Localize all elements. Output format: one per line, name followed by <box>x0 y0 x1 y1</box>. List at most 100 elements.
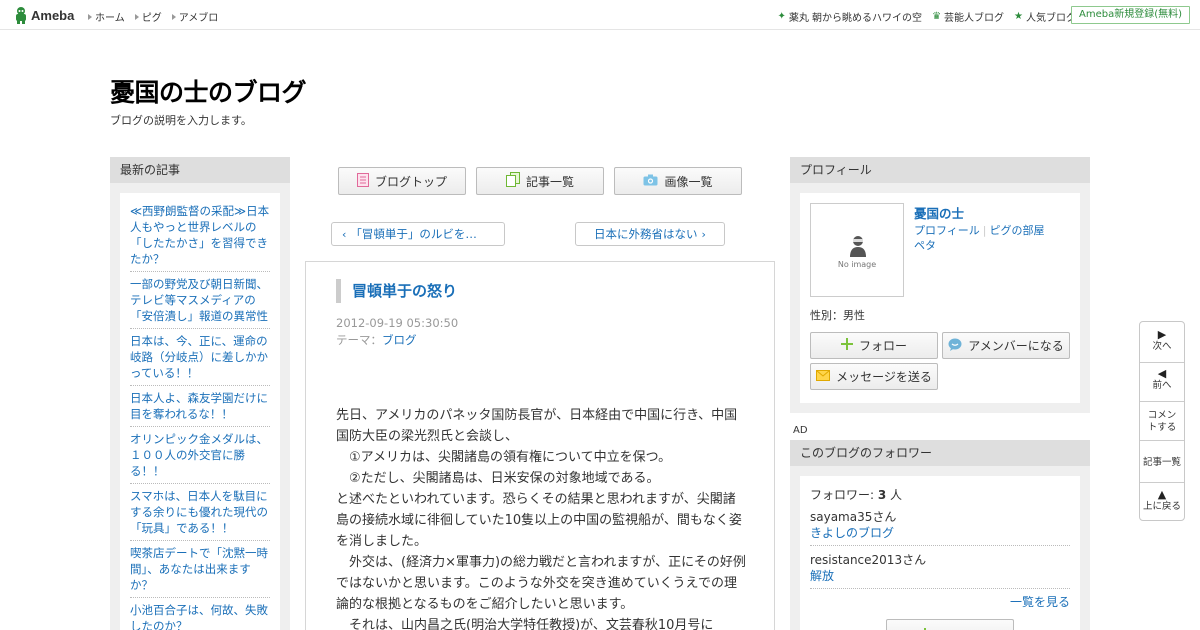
nav-ameblo-link[interactable]: アメブロ <box>171 9 219 24</box>
recent-article-link[interactable]: 喫茶店デートで「沈黙一時間」、あなたは出来ますか？ <box>130 545 270 598</box>
follow-button-bottom[interactable] <box>886 619 1014 630</box>
recent-article-link[interactable]: スマホは、日本人を駄目にする余りにも優れた現代の「玩具」である！！ <box>130 488 270 541</box>
profile-link[interactable]: プロフィール <box>914 224 980 237</box>
follower-blog-link[interactable]: きよしのブログ <box>810 526 894 540</box>
follow-button[interactable]: フォロー <box>810 332 938 359</box>
camera-icon <box>643 174 658 189</box>
article-date: 2012-09-19 05:30:50 <box>336 316 459 330</box>
article-paragraph: ①アメリカは、尖閣諸島の領有権について中立を保つ。 <box>336 450 672 465</box>
link-separator: | <box>982 224 987 237</box>
article-title[interactable]: 冒頓単于の怒り <box>336 279 457 303</box>
see-all-followers-link[interactable]: 一覧を見る <box>1010 593 1070 610</box>
recent-article-link[interactable]: オリンピック金メダルは、１００人の外交官に勝る！！ <box>130 431 270 484</box>
follower-blog-link[interactable]: 解放 <box>810 569 834 583</box>
profile-gender: 性別：男性 <box>810 309 865 322</box>
person-icon <box>849 234 867 261</box>
nav-pig-link[interactable]: ピグ <box>134 9 162 24</box>
profile-name[interactable]: 憂国の士 <box>914 203 964 222</box>
profile-panel: プロフィール No image 憂国の士 プロフィール | ピグの部屋 ペタ 性別：… <box>790 157 1090 413</box>
register-button[interactable]: Ameba新規登録(無料) <box>1070 6 1190 24</box>
ameba-logo[interactable]: Ameba <box>14 6 74 24</box>
recent-article-link[interactable]: 一部の野党及び朝日新聞、テレビ等マスメディアの「安倍潰し」報道の異常性 <box>130 276 270 329</box>
float-next-button[interactable]: ▶ 次へ <box>1140 329 1184 353</box>
popular-blog-link[interactable]: ★ 人気ブログ <box>1014 9 1076 24</box>
article-paragraph: ②ただし、尖閣諸島は、日米安保の対象地域である。 <box>336 471 660 486</box>
play-left-icon: ◀ <box>1157 367 1167 380</box>
article-theme: テーマ：ブログ <box>336 332 417 348</box>
float-article-list-label: 記事一覧 <box>1142 457 1181 468</box>
avatar[interactable]: No image <box>810 203 904 297</box>
prev-article-button[interactable]: ‹ 「冒頓単于」のルビを… <box>331 222 505 246</box>
article-list-label: 記事一覧 <box>525 174 574 189</box>
article-paragraph: 先日、アメリカのパネッタ国防長官が、日本経由で中国に行き、中国国防大臣の梁光烈氏… <box>336 408 738 444</box>
star-icon: ★ <box>1014 10 1023 22</box>
crown-icon: ♛ <box>932 10 942 22</box>
float-divider <box>1140 482 1184 483</box>
ad-label: AD <box>793 425 808 436</box>
float-prev-label: 前へ <box>1152 380 1172 391</box>
blog-description: ブログの説明を入力します。 <box>110 114 252 127</box>
featured-blog-link[interactable]: ✦ 薬丸 朝から眺めるハワイの空 <box>777 9 922 24</box>
send-message-button[interactable]: メッセージを送る <box>810 363 938 390</box>
celebrity-blog-label: 芸能人ブログ <box>944 13 1005 24</box>
amember-button[interactable]: アメンバーになる <box>942 332 1070 359</box>
logo-text: Ameba <box>31 7 75 23</box>
float-divider <box>1140 401 1184 402</box>
follow-label: フォロー <box>858 339 907 353</box>
nav-home-link[interactable]: ホーム <box>88 9 125 24</box>
popular-blog-label: 人気ブログ <box>1026 13 1076 24</box>
theme-label: テーマ： <box>336 333 382 347</box>
triangle-right-icon <box>88 13 92 20</box>
celebrity-blog-link[interactable]: ♛ 芸能人ブログ <box>932 9 1004 24</box>
image-list-label: 画像一覧 <box>664 174 713 189</box>
theme-link[interactable]: ブログ <box>382 333 417 347</box>
chevron-right-icon: › <box>701 227 706 241</box>
follower-count-value: 3 <box>877 488 887 502</box>
article-paragraph: それは、山内昌之氏(明治大学特任教授)が、文芸春秋10月号に <box>336 618 714 630</box>
follower-item: resistance2013さん 解放 <box>810 552 1070 589</box>
next-article-label: 日本に外務省はない <box>594 227 698 241</box>
global-nav: ホーム ピグ アメブロ <box>88 9 218 24</box>
article-paragraph: と述べたといわれています。恐らくその結果と思われますが、尖閣諸島の接続水域に徘徊… <box>336 492 742 549</box>
article: 冒頓単于の怒り 2012-09-19 05:30:50 テーマ：ブログ 先日、ア… <box>305 261 775 630</box>
global-header: Ameba ホーム ピグ アメブロ ✦ 薬丸 朝から眺めるハワイの空 ♛ 芸能人ブロ… <box>0 0 1200 30</box>
float-prev-button[interactable]: ◀ 前へ <box>1140 368 1184 392</box>
recent-article-link[interactable]: 小池百合子は、何故、失敗したのか？ <box>130 602 270 630</box>
float-top-label: 上に戻る <box>1142 501 1181 512</box>
featured-blog-label: 薬丸 朝から眺めるハワイの空 <box>788 13 923 24</box>
play-right-icon: ▶ <box>1157 328 1167 341</box>
image-list-button[interactable]: 画像一覧 <box>614 167 742 195</box>
pig-room-link[interactable]: ピグの部屋 <box>990 224 1045 237</box>
article-paragraph: 外交は、(経済力×軍事力)の総力戦だと言われますが、正にその好例ではないかと思い… <box>336 555 746 612</box>
profile-links: プロフィール | ピグの部屋 ペタ <box>914 223 1074 253</box>
followers-heading: このブログのフォロワー <box>790 440 1090 466</box>
nav-ameblo-label: アメブロ <box>178 13 219 24</box>
blog-toolbar: ブログトップ 記事一覧 画像一覧 <box>338 167 742 195</box>
float-article-list-button[interactable]: 記事一覧 <box>1140 457 1184 469</box>
next-article-button[interactable]: 日本に外務省はない › <box>575 222 725 246</box>
profile-heading: プロフィール <box>790 157 1090 183</box>
recent-article-link[interactable]: ≪西野朗監督の采配≫日本人もやっと世界レベルの「したたかさ」を習得できたか？ <box>130 203 270 272</box>
profile-box: No image 憂国の士 プロフィール | ピグの部屋 ペタ 性別：男性 フォロー… <box>800 193 1080 403</box>
followers-box: フォロワー: 3 人 sayama35さん きよしのブログ resistance… <box>800 476 1080 630</box>
follower-count: フォロワー: 3 人 <box>810 486 1070 503</box>
follower-count-label: フォロワー: <box>810 488 878 502</box>
float-next-label: 次へ <box>1152 341 1172 352</box>
float-top-button[interactable]: ▲ 上に戻る <box>1140 489 1184 513</box>
float-comment-button[interactable]: コメントする <box>1140 410 1184 434</box>
blog-title[interactable]: 憂国の士のブログ <box>110 73 307 109</box>
sparkle-icon: ✦ <box>777 10 786 22</box>
recent-article-link[interactable]: 日本人よ、森友学園だけに目を奪われるな！！ <box>130 390 270 427</box>
follower-count-unit: 人 <box>886 488 903 502</box>
peta-link[interactable]: ペタ <box>914 239 936 252</box>
blog-top-button[interactable]: ブログトップ <box>338 167 466 195</box>
float-divider <box>1140 362 1184 363</box>
recent-article-link[interactable]: 日本は、今、正に、運命の岐路（分岐点）に差しかかっている！！ <box>130 333 270 386</box>
chevron-left-icon: ‹ <box>342 227 347 241</box>
article-list-button[interactable]: 記事一覧 <box>476 167 604 195</box>
send-message-label: メッセージを送る <box>836 370 932 384</box>
header-links: ✦ 薬丸 朝から眺めるハワイの空 ♛ 芸能人ブログ ★ 人気ブログ <box>777 9 1076 24</box>
recent-articles-heading: 最新の記事 <box>110 157 290 183</box>
avatar-label: No image <box>837 260 877 269</box>
float-comment-label: コメントする <box>1147 410 1177 433</box>
